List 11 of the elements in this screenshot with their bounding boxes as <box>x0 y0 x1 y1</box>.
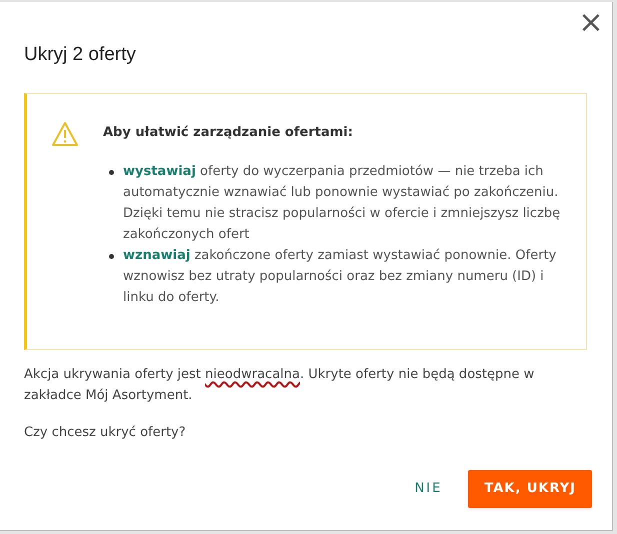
warning-icon <box>51 121 79 147</box>
bullet-text: wznawiaj zakończone oferty zamiast wystawiać ponownie. Oferty wznowisz bez utraty popularności oraz bez zmiany numeru (ID) i linku do oferty. <box>123 247 558 307</box>
notice-text: Akcja ukrywania oferty jest nieodwracalna. Ukryte oferty nie będą dostępne w zakładce Mój Asortyment. <box>24 366 536 405</box>
confirm-button[interactable]: TAK, UKRYJ <box>468 470 592 508</box>
question-text: Czy chcesz ukryć oferty? <box>24 424 187 442</box>
close-button[interactable]: × <box>578 8 604 38</box>
bullet-icon <box>109 254 114 259</box>
bullet-icon <box>109 170 114 175</box>
cancel-button[interactable]: NIE <box>410 470 446 508</box>
alert-heading: Aby ułatwić zarządzanie ofertami: <box>103 124 354 142</box>
dialog-title: Ukryj 2 oferty <box>24 43 137 67</box>
